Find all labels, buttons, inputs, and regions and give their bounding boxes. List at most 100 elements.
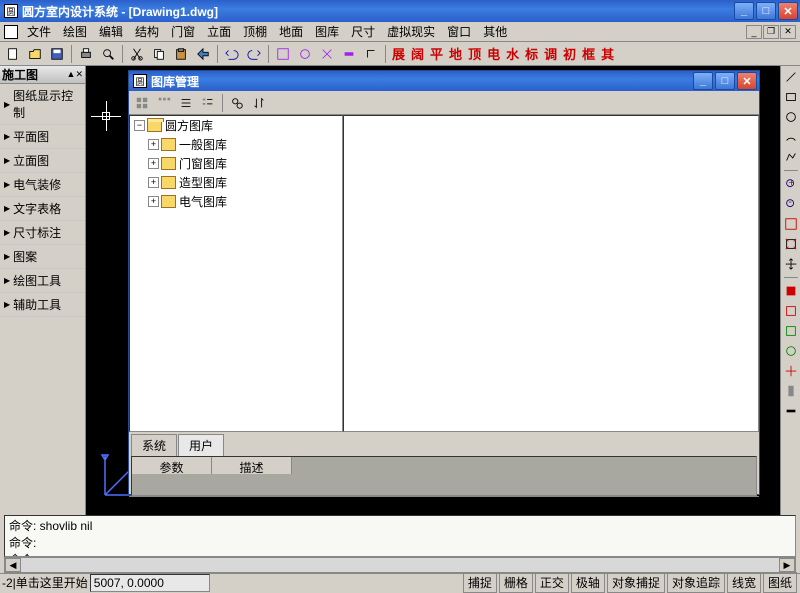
menu-door[interactable]: 门窗 (165, 21, 201, 42)
vt-zoom-win-button[interactable] (782, 215, 800, 233)
vt-tool-f-button[interactable] (782, 282, 800, 300)
side-item-elec[interactable]: ▶电气装修 (0, 173, 85, 197)
snap-toggle[interactable]: 捕捉 (463, 572, 497, 593)
dialog-close-button[interactable]: ✕ (737, 72, 757, 90)
menu-ceil[interactable]: 顶棚 (237, 21, 273, 42)
print-button[interactable] (76, 44, 96, 64)
tree-item-elec[interactable]: +电气图库 (148, 192, 342, 211)
mdi-close-button[interactable]: ✕ (780, 25, 796, 39)
scroll-left-button[interactable]: ◀ (5, 558, 21, 572)
otrack-toggle[interactable]: 对象追踪 (667, 572, 725, 593)
red-char-2[interactable]: 平 (427, 44, 446, 63)
minimize-button[interactable]: _ (734, 2, 754, 20)
side-item-aux[interactable]: ▶辅助工具 (0, 293, 85, 317)
tool-c-button[interactable] (317, 44, 337, 64)
copy-button[interactable] (149, 44, 169, 64)
expand-icon[interactable]: + (148, 177, 159, 188)
tab-system[interactable]: 系统 (131, 434, 177, 456)
menu-lib[interactable]: 图库 (309, 21, 345, 42)
red-char-0[interactable]: 展 (389, 44, 408, 63)
vt-tool-l-button[interactable] (782, 402, 800, 420)
tool-b-button[interactable] (295, 44, 315, 64)
menu-edit[interactable]: 编辑 (93, 21, 129, 42)
match-button[interactable] (193, 44, 213, 64)
vt-tool-h-button[interactable] (782, 322, 800, 340)
menu-win[interactable]: 窗口 (441, 21, 477, 42)
side-item-dim[interactable]: ▶尺寸标注 (0, 221, 85, 245)
vt-tool-i-button[interactable] (782, 342, 800, 360)
red-char-1[interactable]: 阔 (408, 44, 427, 63)
vt-rect-button[interactable] (782, 88, 800, 106)
vt-tool-k-button[interactable] (782, 382, 800, 400)
dlg-detail-view-button[interactable] (198, 93, 218, 113)
red-char-4[interactable]: 顶 (465, 44, 484, 63)
red-char-8[interactable]: 调 (541, 44, 560, 63)
status-hint[interactable]: -2|单击这里开始 (2, 574, 88, 591)
vt-line-button[interactable] (782, 68, 800, 86)
menu-elev[interactable]: 立面 (201, 21, 237, 42)
menu-draw[interactable]: 绘图 (57, 21, 93, 42)
vt-pan-button[interactable] (782, 255, 800, 273)
dlg-list-view-button[interactable] (176, 93, 196, 113)
tab-user[interactable]: 用户 (178, 434, 224, 456)
polar-toggle[interactable]: 极轴 (571, 572, 605, 593)
red-char-9[interactable]: 初 (560, 44, 579, 63)
redo-button[interactable] (244, 44, 264, 64)
preview-button[interactable] (98, 44, 118, 64)
dialog-maximize-button[interactable]: □ (715, 72, 735, 90)
red-char-7[interactable]: 标 (522, 44, 541, 63)
vt-zoom-in-button[interactable]: + (782, 175, 800, 193)
grid-toggle[interactable]: 栅格 (499, 572, 533, 593)
vt-tool-g-button[interactable] (782, 302, 800, 320)
expand-icon[interactable]: + (148, 139, 159, 150)
dialog-minimize-button[interactable]: _ (693, 72, 713, 90)
vt-arc-button[interactable] (782, 128, 800, 146)
mdi-restore-button[interactable]: ❐ (763, 25, 779, 39)
side-item-elev[interactable]: ▶立面图 (0, 149, 85, 173)
red-char-10[interactable]: 框 (579, 44, 598, 63)
new-button[interactable] (3, 44, 23, 64)
red-char-3[interactable]: 地 (446, 44, 465, 63)
side-item-display[interactable]: ▶图纸显示控制 (0, 84, 85, 125)
side-item-text[interactable]: ▶文字表格 (0, 197, 85, 221)
open-button[interactable] (25, 44, 45, 64)
side-item-drawtool[interactable]: ▶绘图工具 (0, 269, 85, 293)
tool-e-button[interactable] (361, 44, 381, 64)
ortho-toggle[interactable]: 正交 (535, 572, 569, 593)
dlg-sort-button[interactable] (249, 93, 269, 113)
vt-circle-button[interactable] (782, 108, 800, 126)
tree-item-door[interactable]: +门窗图库 (148, 154, 342, 173)
command-panel[interactable]: 命令: shovlib nil 命令: 命令: (4, 515, 796, 557)
undo-button[interactable] (222, 44, 242, 64)
maximize-button[interactable]: □ (756, 2, 776, 20)
menu-file[interactable]: 文件 (21, 21, 57, 42)
expand-icon[interactable]: + (148, 196, 159, 207)
cmd-scrollbar[interactable]: ◀ ▶ (4, 557, 796, 573)
close-button[interactable]: ✕ (778, 2, 798, 20)
vt-zoom-ext-button[interactable] (782, 235, 800, 253)
paste-button[interactable] (171, 44, 191, 64)
cut-button[interactable] (127, 44, 147, 64)
osnap-toggle[interactable]: 对象捕捉 (607, 572, 665, 593)
vt-tool-j-button[interactable] (782, 362, 800, 380)
vt-zoom-out-button[interactable]: - (782, 195, 800, 213)
tree-root[interactable]: − 圆方图库 (130, 116, 342, 135)
red-char-6[interactable]: 水 (503, 44, 522, 63)
side-item-plan[interactable]: ▶平面图 (0, 125, 85, 149)
dlg-icons-view-button[interactable] (132, 93, 152, 113)
menu-floor[interactable]: 地面 (273, 21, 309, 42)
paper-toggle[interactable]: 图纸 (763, 572, 797, 593)
collapse-icon[interactable]: − (134, 120, 145, 131)
side-header[interactable]: 施工图 ▲✕ (0, 66, 85, 84)
vt-poly-button[interactable] (782, 148, 800, 166)
tool-a-button[interactable] (273, 44, 293, 64)
dlg-find-button[interactable] (227, 93, 247, 113)
scroll-right-button[interactable]: ▶ (779, 558, 795, 572)
side-item-pattern[interactable]: ▶图案 (0, 245, 85, 269)
menu-dim[interactable]: 尺寸 (345, 21, 381, 42)
red-char-11[interactable]: 其 (598, 44, 617, 63)
param-grid[interactable]: 参数 描述 (131, 456, 757, 496)
menu-vr[interactable]: 虚拟现实 (381, 21, 441, 42)
menu-struct[interactable]: 结构 (129, 21, 165, 42)
dlg-small-icons-button[interactable] (154, 93, 174, 113)
